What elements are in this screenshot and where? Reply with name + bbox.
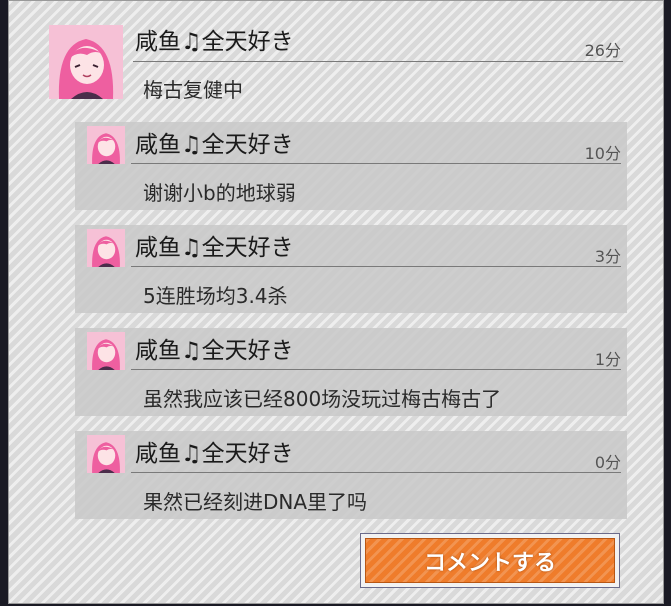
comment-button-frame: コメントする — [360, 533, 620, 588]
comment-time: 10分 — [584, 144, 621, 163]
comment-time: 0分 — [594, 453, 621, 472]
avatar[interactable] — [87, 332, 125, 370]
anime-girl-avatar-icon — [87, 332, 125, 370]
comment-reply: 咸鱼♫全天好き 10分 谢谢小b的地球弱 — [75, 122, 627, 210]
comment-button[interactable]: コメントする — [365, 538, 615, 583]
divider — [133, 61, 623, 62]
comment-author: 咸鱼♫全天好き — [135, 338, 294, 364]
comment-author: 咸鱼♫全天好き — [135, 441, 294, 467]
divider — [131, 163, 621, 164]
divider — [131, 472, 621, 473]
comment-panel: 咸鱼♫全天好き 26分 梅古复健中 咸鱼♫全天好き 10分 谢谢小b的地球弱 咸… — [8, 0, 664, 604]
comment-time: 3分 — [594, 247, 621, 266]
comment-time: 1分 — [594, 350, 621, 369]
anime-girl-avatar-icon — [87, 229, 125, 267]
comment-time: 26分 — [584, 41, 621, 60]
avatar[interactable] — [49, 25, 123, 99]
avatar[interactable] — [87, 435, 125, 473]
avatar[interactable] — [87, 229, 125, 267]
comment-reply: 咸鱼♫全天好き 3分 5连胜场均3.4杀 — [75, 225, 627, 313]
divider — [131, 369, 621, 370]
comment-main: 咸鱼♫全天好き 26分 梅古复健中 — [47, 19, 623, 109]
divider — [131, 266, 621, 267]
comment-reply: 咸鱼♫全天好き 1分 虽然我应该已经800场没玩过梅古梅古了 — [75, 328, 627, 416]
comment-text: 谢谢小b的地球弱 — [143, 181, 296, 205]
comment-text: 果然已经刻进DNA里了吗 — [143, 490, 368, 514]
comment-reply: 咸鱼♫全天好き 0分 果然已经刻进DNA里了吗 — [75, 431, 627, 519]
avatar[interactable] — [87, 126, 125, 164]
comment-author: 咸鱼♫全天好き — [135, 29, 294, 55]
comment-text: 5连胜场均3.4杀 — [143, 284, 288, 308]
comment-author: 咸鱼♫全天好き — [135, 235, 294, 261]
comment-author: 咸鱼♫全天好き — [135, 132, 294, 158]
anime-girl-avatar-icon — [87, 126, 125, 164]
anime-girl-avatar-icon — [49, 25, 123, 99]
comment-text: 虽然我应该已经800场没玩过梅古梅古了 — [143, 387, 502, 411]
comment-text: 梅古复健中 — [143, 78, 243, 102]
anime-girl-avatar-icon — [87, 435, 125, 473]
